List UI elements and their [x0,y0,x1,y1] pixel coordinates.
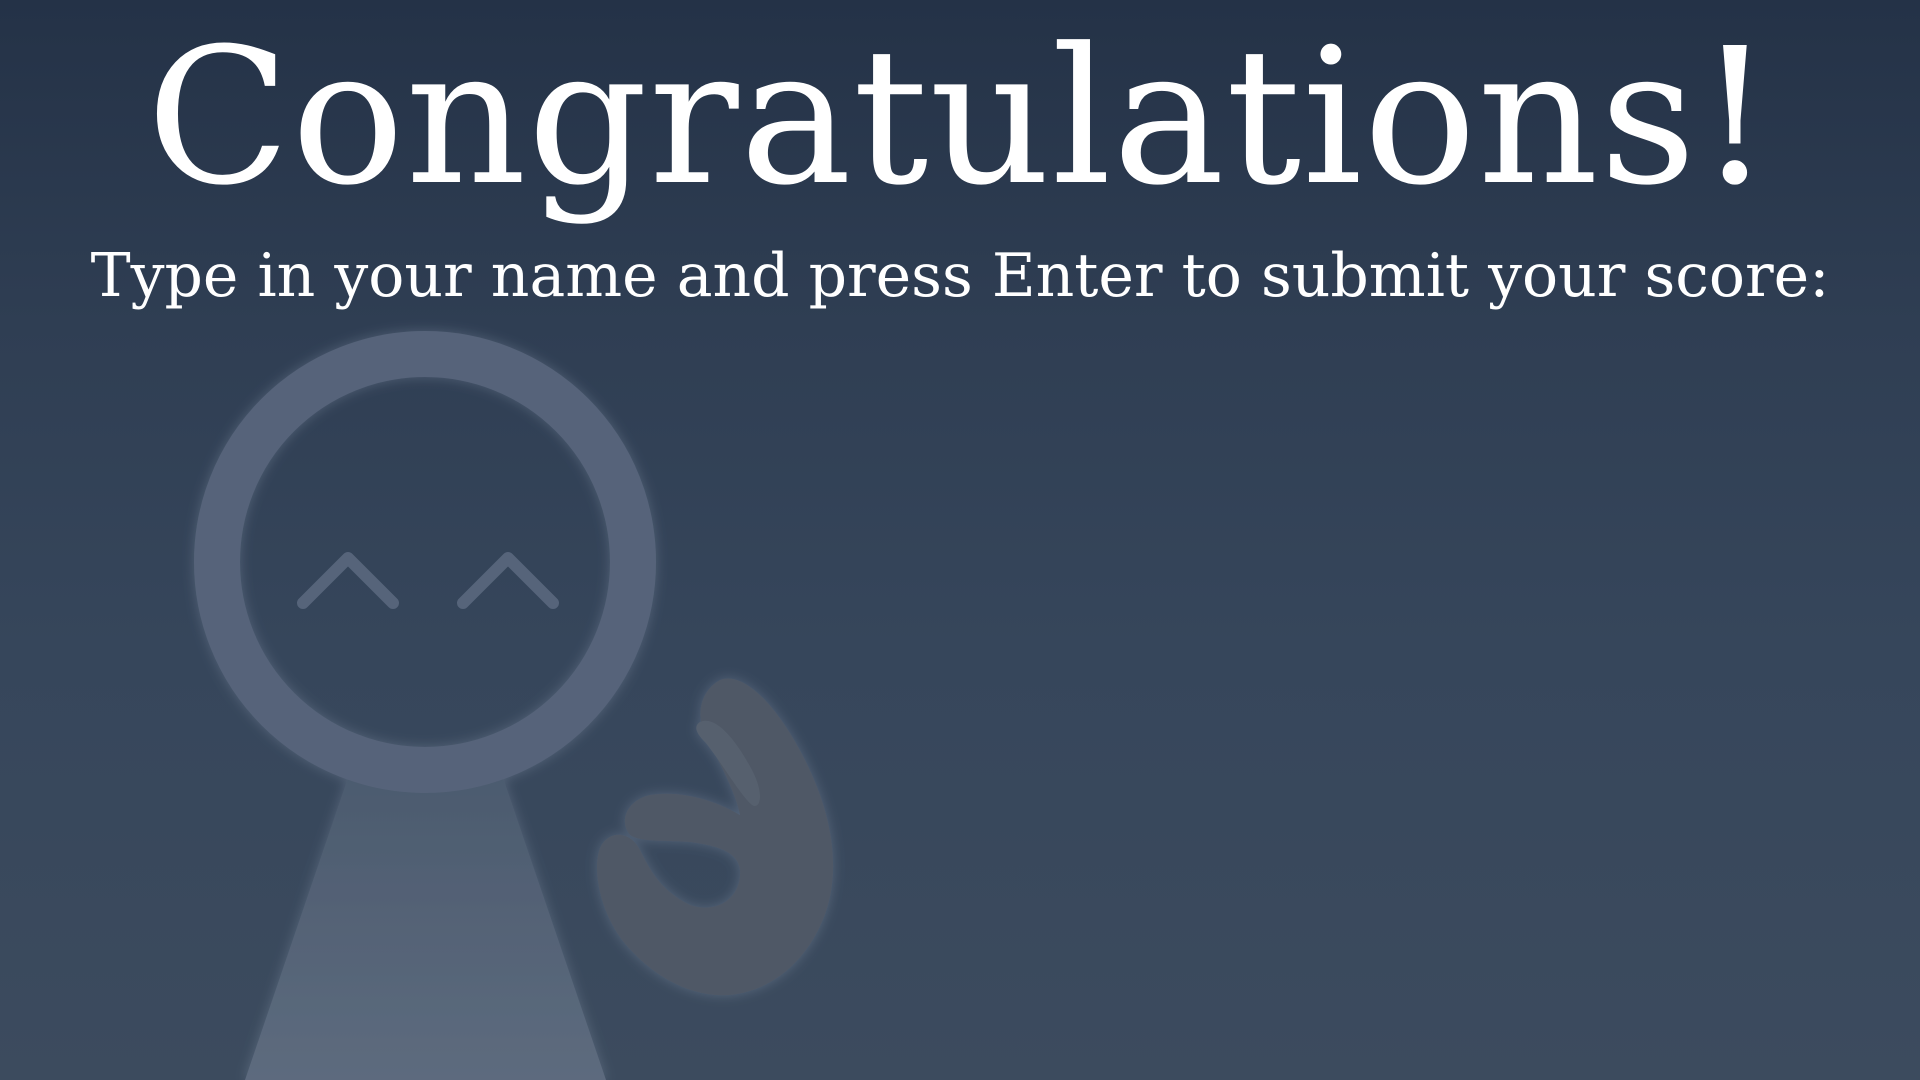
mascot-figure-icon [194,331,656,1080]
happy-eyes-icon [297,552,559,609]
player-name-input[interactable] [660,340,1864,432]
ok-hand-icon [596,678,834,996]
game-over-screen: Congratulations! Type in your name and p… [0,0,1920,1080]
submit-score-instruction: Type in your name and press Enter to sub… [90,241,1830,311]
congratulations-title: Congratulations! [146,8,1774,227]
